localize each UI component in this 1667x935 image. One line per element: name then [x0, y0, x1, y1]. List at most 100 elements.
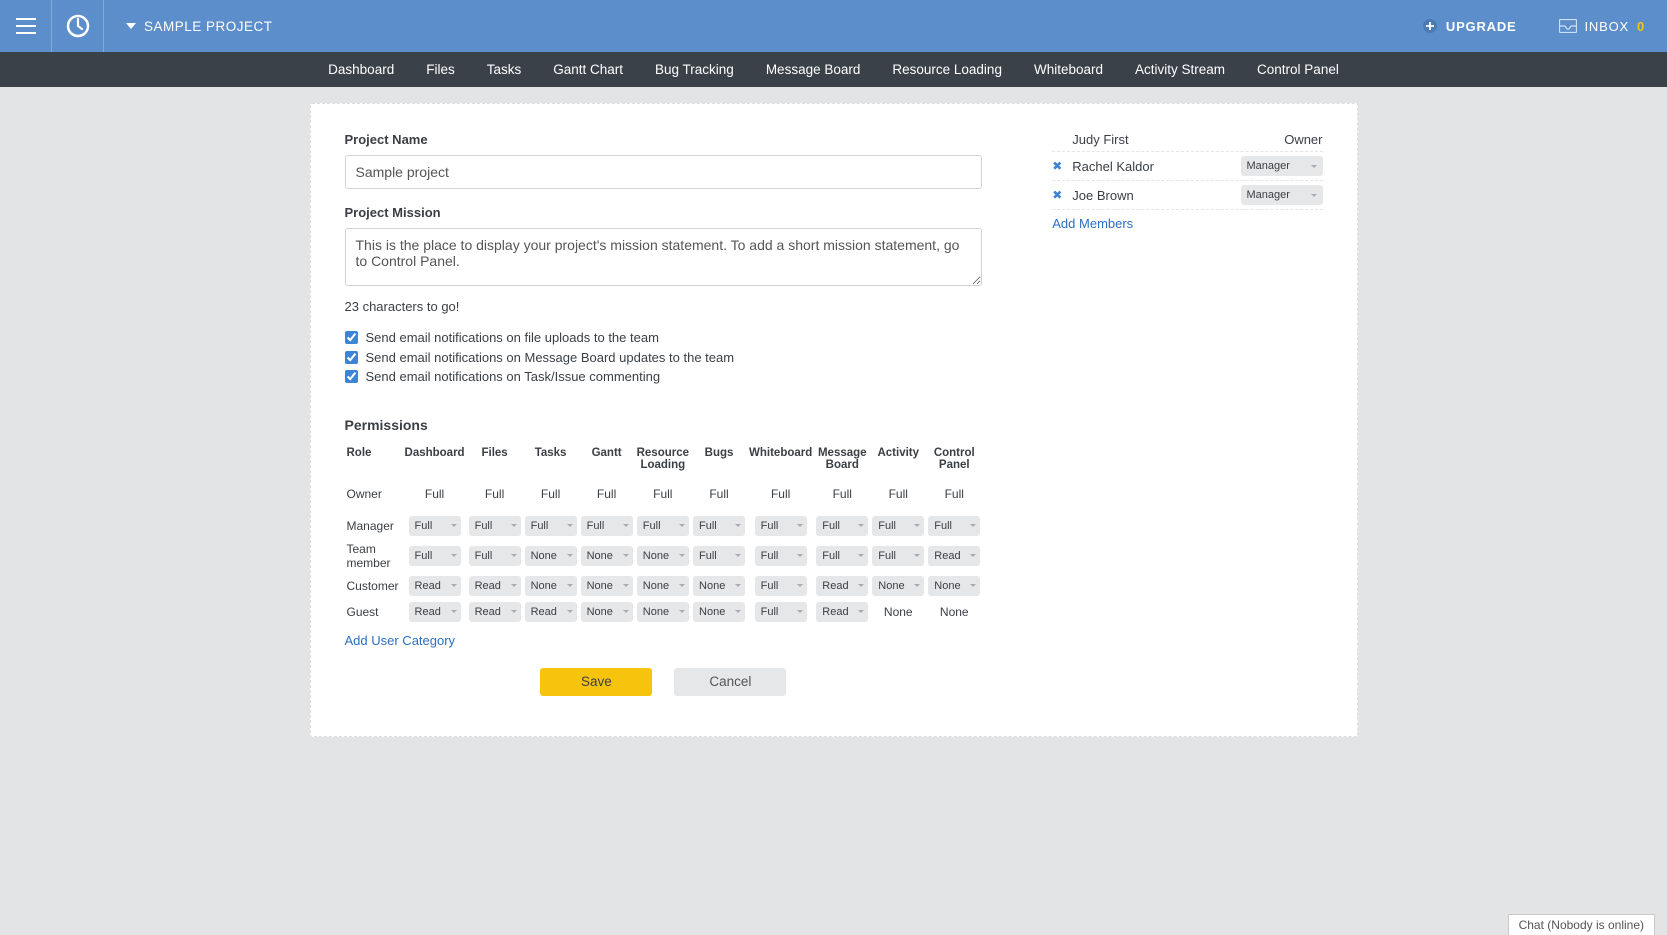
inbox-button[interactable]: INBOX 0: [1559, 19, 1646, 34]
chat-widget[interactable]: Chat (Nobody is online): [1508, 914, 1655, 935]
perm-select[interactable]: Read: [816, 602, 868, 622]
perm-select[interactable]: Full: [409, 516, 461, 536]
chevron-down-icon: [735, 610, 741, 613]
nav-tasks[interactable]: Tasks: [487, 62, 522, 77]
chevron-down-icon: [451, 524, 457, 527]
nav-activity-stream[interactable]: Activity Stream: [1135, 62, 1225, 77]
notify-task-issue-checkbox[interactable]: [345, 370, 358, 383]
perm-select[interactable]: None: [525, 576, 577, 596]
perm-select[interactable]: Full: [409, 546, 461, 566]
chevron-down-icon: [1311, 165, 1317, 168]
chevron-down-icon: [914, 524, 920, 527]
perm-select[interactable]: Read: [816, 576, 868, 596]
member-role: Owner: [1284, 132, 1322, 147]
perm-select[interactable]: Full: [928, 516, 980, 536]
perm-select[interactable]: None: [928, 576, 980, 596]
perm-role-label: Manager: [345, 513, 403, 539]
project-name-input[interactable]: [345, 155, 983, 189]
perm-header: Role: [345, 443, 403, 475]
notify-file-uploads-checkbox[interactable]: [345, 331, 358, 344]
perm-select[interactable]: Read: [928, 546, 980, 566]
perm-select[interactable]: Read: [525, 602, 577, 622]
nav-whiteboard[interactable]: Whiteboard: [1034, 62, 1103, 77]
chevron-down-icon: [1311, 194, 1317, 197]
perm-select[interactable]: None: [693, 576, 745, 596]
perm-select[interactable]: Read: [409, 576, 461, 596]
perm-select[interactable]: Full: [525, 516, 577, 536]
perm-select[interactable]: None: [637, 546, 689, 566]
perm-value: Full: [889, 487, 908, 501]
perm-header: ResourceLoading: [635, 443, 691, 475]
perm-header: Whiteboard: [747, 443, 814, 475]
nav-dashboard[interactable]: Dashboard: [328, 62, 394, 77]
perm-select[interactable]: Full: [469, 516, 521, 536]
members-panel: Judy FirstOwner✖Rachel KaldorManager✖Joe…: [1022, 132, 1322, 696]
perm-select[interactable]: Full: [816, 516, 868, 536]
perm-select[interactable]: None: [525, 546, 577, 566]
nav-gantt-chart[interactable]: Gantt Chart: [553, 62, 623, 77]
perm-role-label: Team member: [345, 539, 403, 573]
chevron-down-icon: [126, 23, 136, 29]
perm-select[interactable]: None: [637, 602, 689, 622]
chevron-down-icon: [623, 524, 629, 527]
perm-select[interactable]: None: [581, 546, 633, 566]
perm-select[interactable]: Full: [755, 576, 807, 596]
chevron-down-icon: [797, 610, 803, 613]
perm-select[interactable]: Full: [637, 516, 689, 536]
perm-select[interactable]: Read: [469, 602, 521, 622]
project-mission-textarea[interactable]: This is the place to display your projec…: [345, 228, 983, 286]
perm-select[interactable]: Read: [409, 602, 461, 622]
cancel-button[interactable]: Cancel: [674, 668, 786, 696]
perm-header: Bugs: [691, 443, 747, 475]
settings-panel: Project Name Project Mission This is the…: [310, 103, 1358, 737]
perm-select[interactable]: Full: [581, 516, 633, 536]
project-switcher[interactable]: SAMPLE PROJECT: [104, 19, 295, 34]
perm-select[interactable]: None: [693, 602, 745, 622]
navbar: Dashboard Files Tasks Gantt Chart Bug Tr…: [0, 52, 1667, 87]
notify-message-board-checkbox[interactable]: [345, 351, 358, 364]
perm-select[interactable]: Full: [872, 546, 924, 566]
member-role-select[interactable]: Manager: [1241, 156, 1323, 176]
perm-select[interactable]: Full: [755, 516, 807, 536]
chevron-down-icon: [970, 554, 976, 557]
perm-select[interactable]: None: [872, 576, 924, 596]
nav-message-board[interactable]: Message Board: [766, 62, 861, 77]
perm-select[interactable]: Full: [816, 546, 868, 566]
perm-select[interactable]: Read: [469, 576, 521, 596]
clock-logo-icon[interactable]: [52, 0, 104, 52]
member-name: Joe Brown: [1072, 188, 1240, 203]
permissions-table: RoleDashboardFilesTasksGanttResourceLoad…: [345, 443, 983, 625]
upgrade-button[interactable]: UPGRADE: [1422, 18, 1517, 34]
nav-control-panel[interactable]: Control Panel: [1257, 62, 1339, 77]
perm-value: Full: [425, 487, 444, 501]
perm-select[interactable]: None: [581, 602, 633, 622]
chevron-down-icon: [567, 554, 573, 557]
perm-select[interactable]: Full: [872, 516, 924, 536]
remove-member-icon[interactable]: ✖: [1052, 159, 1064, 173]
remove-member-icon[interactable]: ✖: [1052, 188, 1064, 202]
save-button[interactable]: Save: [540, 668, 652, 696]
nav-files[interactable]: Files: [426, 62, 455, 77]
perm-select[interactable]: Full: [755, 546, 807, 566]
topbar: SAMPLE PROJECT UPGRADE INBOX 0: [0, 0, 1667, 52]
perm-select[interactable]: Full: [693, 516, 745, 536]
project-mission-label: Project Mission: [345, 205, 983, 220]
member-name: Judy First: [1072, 132, 1284, 147]
add-user-category-link[interactable]: Add User Category: [345, 633, 456, 648]
perm-header: Activity: [870, 443, 926, 475]
chevron-down-icon: [679, 610, 685, 613]
perm-select[interactable]: None: [581, 576, 633, 596]
perm-select[interactable]: Full: [755, 602, 807, 622]
perm-value: Full: [485, 487, 504, 501]
member-role-select[interactable]: Manager: [1241, 185, 1323, 205]
nav-resource-loading[interactable]: Resource Loading: [892, 62, 1002, 77]
add-members-link[interactable]: Add Members: [1052, 210, 1133, 231]
nav-bug-tracking[interactable]: Bug Tracking: [655, 62, 734, 77]
perm-select[interactable]: None: [637, 576, 689, 596]
perm-value: None: [884, 605, 913, 619]
perm-select[interactable]: Full: [469, 546, 521, 566]
menu-icon[interactable]: [0, 0, 52, 52]
member-row: ✖ Joe BrownManager: [1052, 181, 1322, 210]
chars-remaining: 23 characters to go!: [345, 299, 983, 314]
perm-select[interactable]: Full: [693, 546, 745, 566]
